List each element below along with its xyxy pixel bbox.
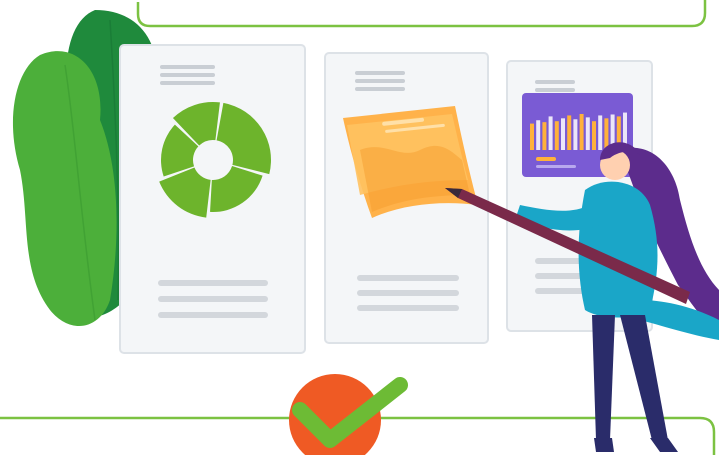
top-frame-line — [136, 0, 707, 28]
bar — [561, 118, 565, 150]
bar — [554, 121, 559, 150]
check-badge-icon — [289, 374, 408, 455]
bar — [604, 118, 609, 150]
bar — [536, 120, 541, 150]
report-panel-donut — [119, 44, 306, 354]
bar — [585, 117, 590, 150]
bar — [573, 119, 578, 150]
bar — [579, 114, 584, 150]
bar — [598, 115, 603, 150]
bar — [548, 116, 553, 150]
bar — [567, 115, 572, 150]
bar — [592, 121, 596, 150]
illustration-svg — [0, 0, 719, 455]
bar — [530, 123, 534, 150]
bar — [542, 122, 547, 150]
illustration-scene — [0, 0, 719, 455]
